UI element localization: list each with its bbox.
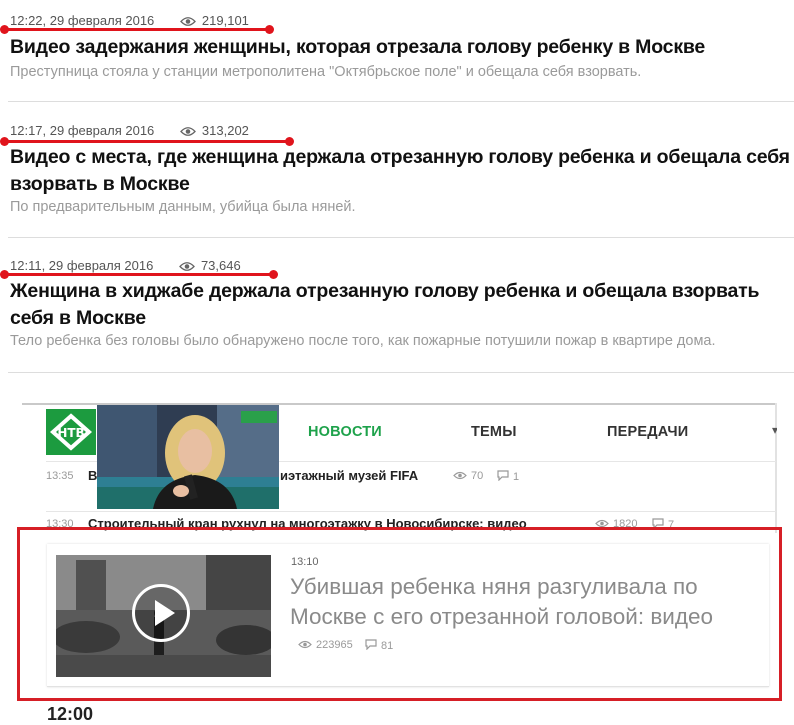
article-divider: [8, 372, 794, 373]
article-headline-link[interactable]: Женщина в хиджабе держала отрезанную гол…: [10, 278, 790, 332]
news-title-end[interactable]: иэтажный музей FIFA: [280, 468, 418, 483]
nav-tab-news[interactable]: НОВОСТИ: [308, 424, 382, 440]
ntv-logo-icon[interactable]: НТВ: [46, 409, 96, 455]
views-count: 70: [471, 470, 484, 482]
news-title-start[interactable]: В: [88, 468, 97, 483]
svg-text:НТВ: НТВ: [57, 426, 84, 440]
news-comments: 7: [652, 518, 674, 531]
featured-news-title[interactable]: Убившая ребенка няня разгуливала по Моск…: [290, 572, 765, 632]
eye-icon: [179, 262, 195, 271]
eye-icon: [298, 640, 312, 649]
article-item: 12:11, 29 февраля 2016 73,646 Женщина в …: [0, 0, 794, 372]
article-time: 12:11, 29 февраля 2016: [10, 258, 154, 273]
news-row[interactable]: 13:30 Строительный кран рухнул на многоэ…: [22, 512, 777, 538]
news-views: 70: [453, 470, 483, 482]
floating-video-thumbnail[interactable]: [97, 405, 279, 509]
comment-icon: [652, 518, 664, 530]
comment-icon: [365, 639, 377, 651]
views-count: 223965: [316, 639, 353, 651]
comments-count: 7: [668, 519, 675, 531]
news-time: 13:30: [46, 518, 74, 530]
article-lead: Тело ребенка без головы было обнаружено …: [10, 333, 716, 349]
featured-video-thumbnail[interactable]: [56, 555, 271, 677]
comments-count: 1: [513, 471, 520, 483]
ntv-logo-glyph: НТВ: [49, 413, 93, 451]
news-comments: 1: [497, 470, 519, 483]
views-count: 73,646: [200, 258, 241, 273]
featured-news-time: 13:10: [291, 556, 319, 568]
comment-icon: [497, 470, 509, 482]
nav-tab-topics[interactable]: ТЕМЫ: [471, 424, 517, 440]
nav-more-icon[interactable]: ▾: [772, 423, 777, 437]
article-meta: 12:11, 29 февраля 2016 73,646: [10, 258, 241, 273]
featured-news-views: 223965: [298, 639, 353, 651]
news-time: 13:35: [46, 470, 74, 482]
nav-tab-programs[interactable]: ПЕРЕДАЧИ: [607, 424, 688, 440]
eye-icon: [595, 519, 609, 528]
views-count: 1820: [613, 518, 638, 530]
featured-news-card[interactable]: 13:10 Убившая ребенка няня разгуливала п…: [47, 544, 769, 687]
comments-count: 81: [381, 640, 394, 652]
news-title[interactable]: Строительный кран рухнул на многоэтажку …: [88, 516, 527, 531]
next-news-time: 12:00: [47, 704, 94, 724]
featured-news-comments: 81: [365, 639, 393, 652]
eye-icon: [453, 471, 467, 480]
news-views: 1820: [595, 518, 637, 530]
red-annotation-line: [0, 270, 278, 279]
article-views: 73,646: [179, 258, 241, 273]
studio-image: [97, 405, 279, 509]
play-icon[interactable]: [132, 584, 190, 642]
